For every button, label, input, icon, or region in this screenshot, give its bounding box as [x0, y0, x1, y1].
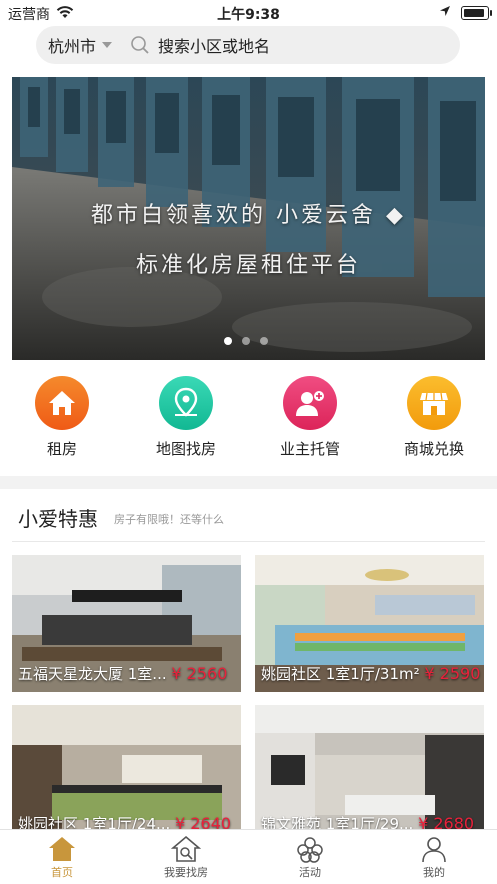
- nav-map[interactable]: 地图找房: [136, 376, 236, 459]
- listing-price: ¥ 2590: [424, 664, 481, 683]
- special-offers-section: 小爱特惠 房子有限哦！还等什么 五福天星龙大厦 1室... ¥ 2560 姚园社…: [0, 489, 497, 842]
- listing-caption: 姚园社区 1室1厅/31m² ¥ 2590: [261, 663, 480, 684]
- nav-store[interactable]: 商城兑换: [384, 376, 484, 459]
- tab-profile-label: 我的: [423, 866, 445, 879]
- nav-map-label: 地图找房: [155, 440, 216, 458]
- tab-activity-label: 活动: [299, 866, 321, 879]
- battery-icon: [461, 6, 492, 20]
- section-title: 小爱特惠: [18, 507, 98, 531]
- promo-banner[interactable]: 都市白领喜欢的 小爱云舍 ◆ 标准化房屋租住平台: [12, 77, 485, 360]
- listing-card[interactable]: 姚园社区 1室1厅/31m² ¥ 2590: [255, 555, 484, 692]
- listing-card[interactable]: 姚园社区 1室1厅/24... ¥ 2640: [12, 705, 241, 842]
- owner-icon: [283, 376, 337, 430]
- section-divider: [12, 541, 485, 542]
- listing-caption: 五福天星龙大厦 1室... ¥ 2560: [18, 663, 227, 684]
- tab-find-house[interactable]: 我要找房: [126, 834, 246, 880]
- carousel-dots[interactable]: [224, 337, 268, 345]
- location-arrow-icon: [439, 5, 451, 21]
- search-input[interactable]: 搜索小区或地名: [158, 33, 270, 57]
- home-icon: [35, 376, 89, 430]
- quick-nav: 租房 地图找房 业主托管 商城兑换: [0, 370, 497, 466]
- profile-icon: [422, 837, 446, 863]
- tab-activity[interactable]: 活动: [250, 834, 370, 880]
- listing-name: 姚园社区 1室1厅/31m²: [261, 665, 420, 683]
- tab-find-house-label: 我要找房: [164, 866, 208, 879]
- status-time: 上午9:38: [217, 7, 280, 23]
- nav-owner-label: 业主托管: [279, 440, 340, 458]
- nav-rent-label: 租房: [46, 440, 77, 458]
- tab-bar: 首页 我要找房 活动 我的: [0, 829, 497, 884]
- tab-profile[interactable]: 我的: [374, 834, 494, 880]
- banner-subheadline: 标准化房屋租住平台: [135, 253, 361, 278]
- tab-home[interactable]: 首页: [2, 834, 122, 880]
- header: 杭州市 搜索小区或地名: [0, 26, 497, 70]
- carousel-dot[interactable]: [242, 337, 250, 345]
- banner-headline: 都市白领喜欢的 小爱云舍 ◆: [91, 203, 406, 228]
- nav-owner[interactable]: 业主托管: [260, 376, 360, 459]
- city-selector[interactable]: 杭州市: [48, 33, 96, 57]
- listing-card[interactable]: 五福天星龙大厦 1室... ¥ 2560: [12, 555, 241, 692]
- search-bar[interactable]: 杭州市 搜索小区或地名: [36, 26, 460, 64]
- home-tab-icon: [49, 837, 75, 861]
- nav-rent[interactable]: 租房: [12, 376, 112, 459]
- search-icon: [131, 36, 149, 54]
- listing-card[interactable]: 锦文雅苑 1室1厅/29... ¥ 2680: [255, 705, 484, 842]
- nav-store-label: 商城兑换: [403, 440, 464, 458]
- tab-home-label: 首页: [51, 866, 73, 879]
- carousel-dot[interactable]: [260, 337, 268, 345]
- find-house-icon: [171, 835, 201, 862]
- chevron-down-icon[interactable]: [102, 42, 113, 48]
- section-subtitle: 房子有限哦！还等什么: [114, 513, 224, 526]
- listing-price: ¥ 2560: [171, 664, 228, 683]
- activity-icon: [297, 837, 323, 863]
- status-bar: 运营商 上午9:38: [0, 0, 497, 26]
- store-icon: [407, 376, 461, 430]
- carousel-dot[interactable]: [224, 337, 232, 345]
- listing-name: 五福天星龙大厦 1室...: [18, 665, 167, 683]
- map-pin-icon: [159, 376, 213, 430]
